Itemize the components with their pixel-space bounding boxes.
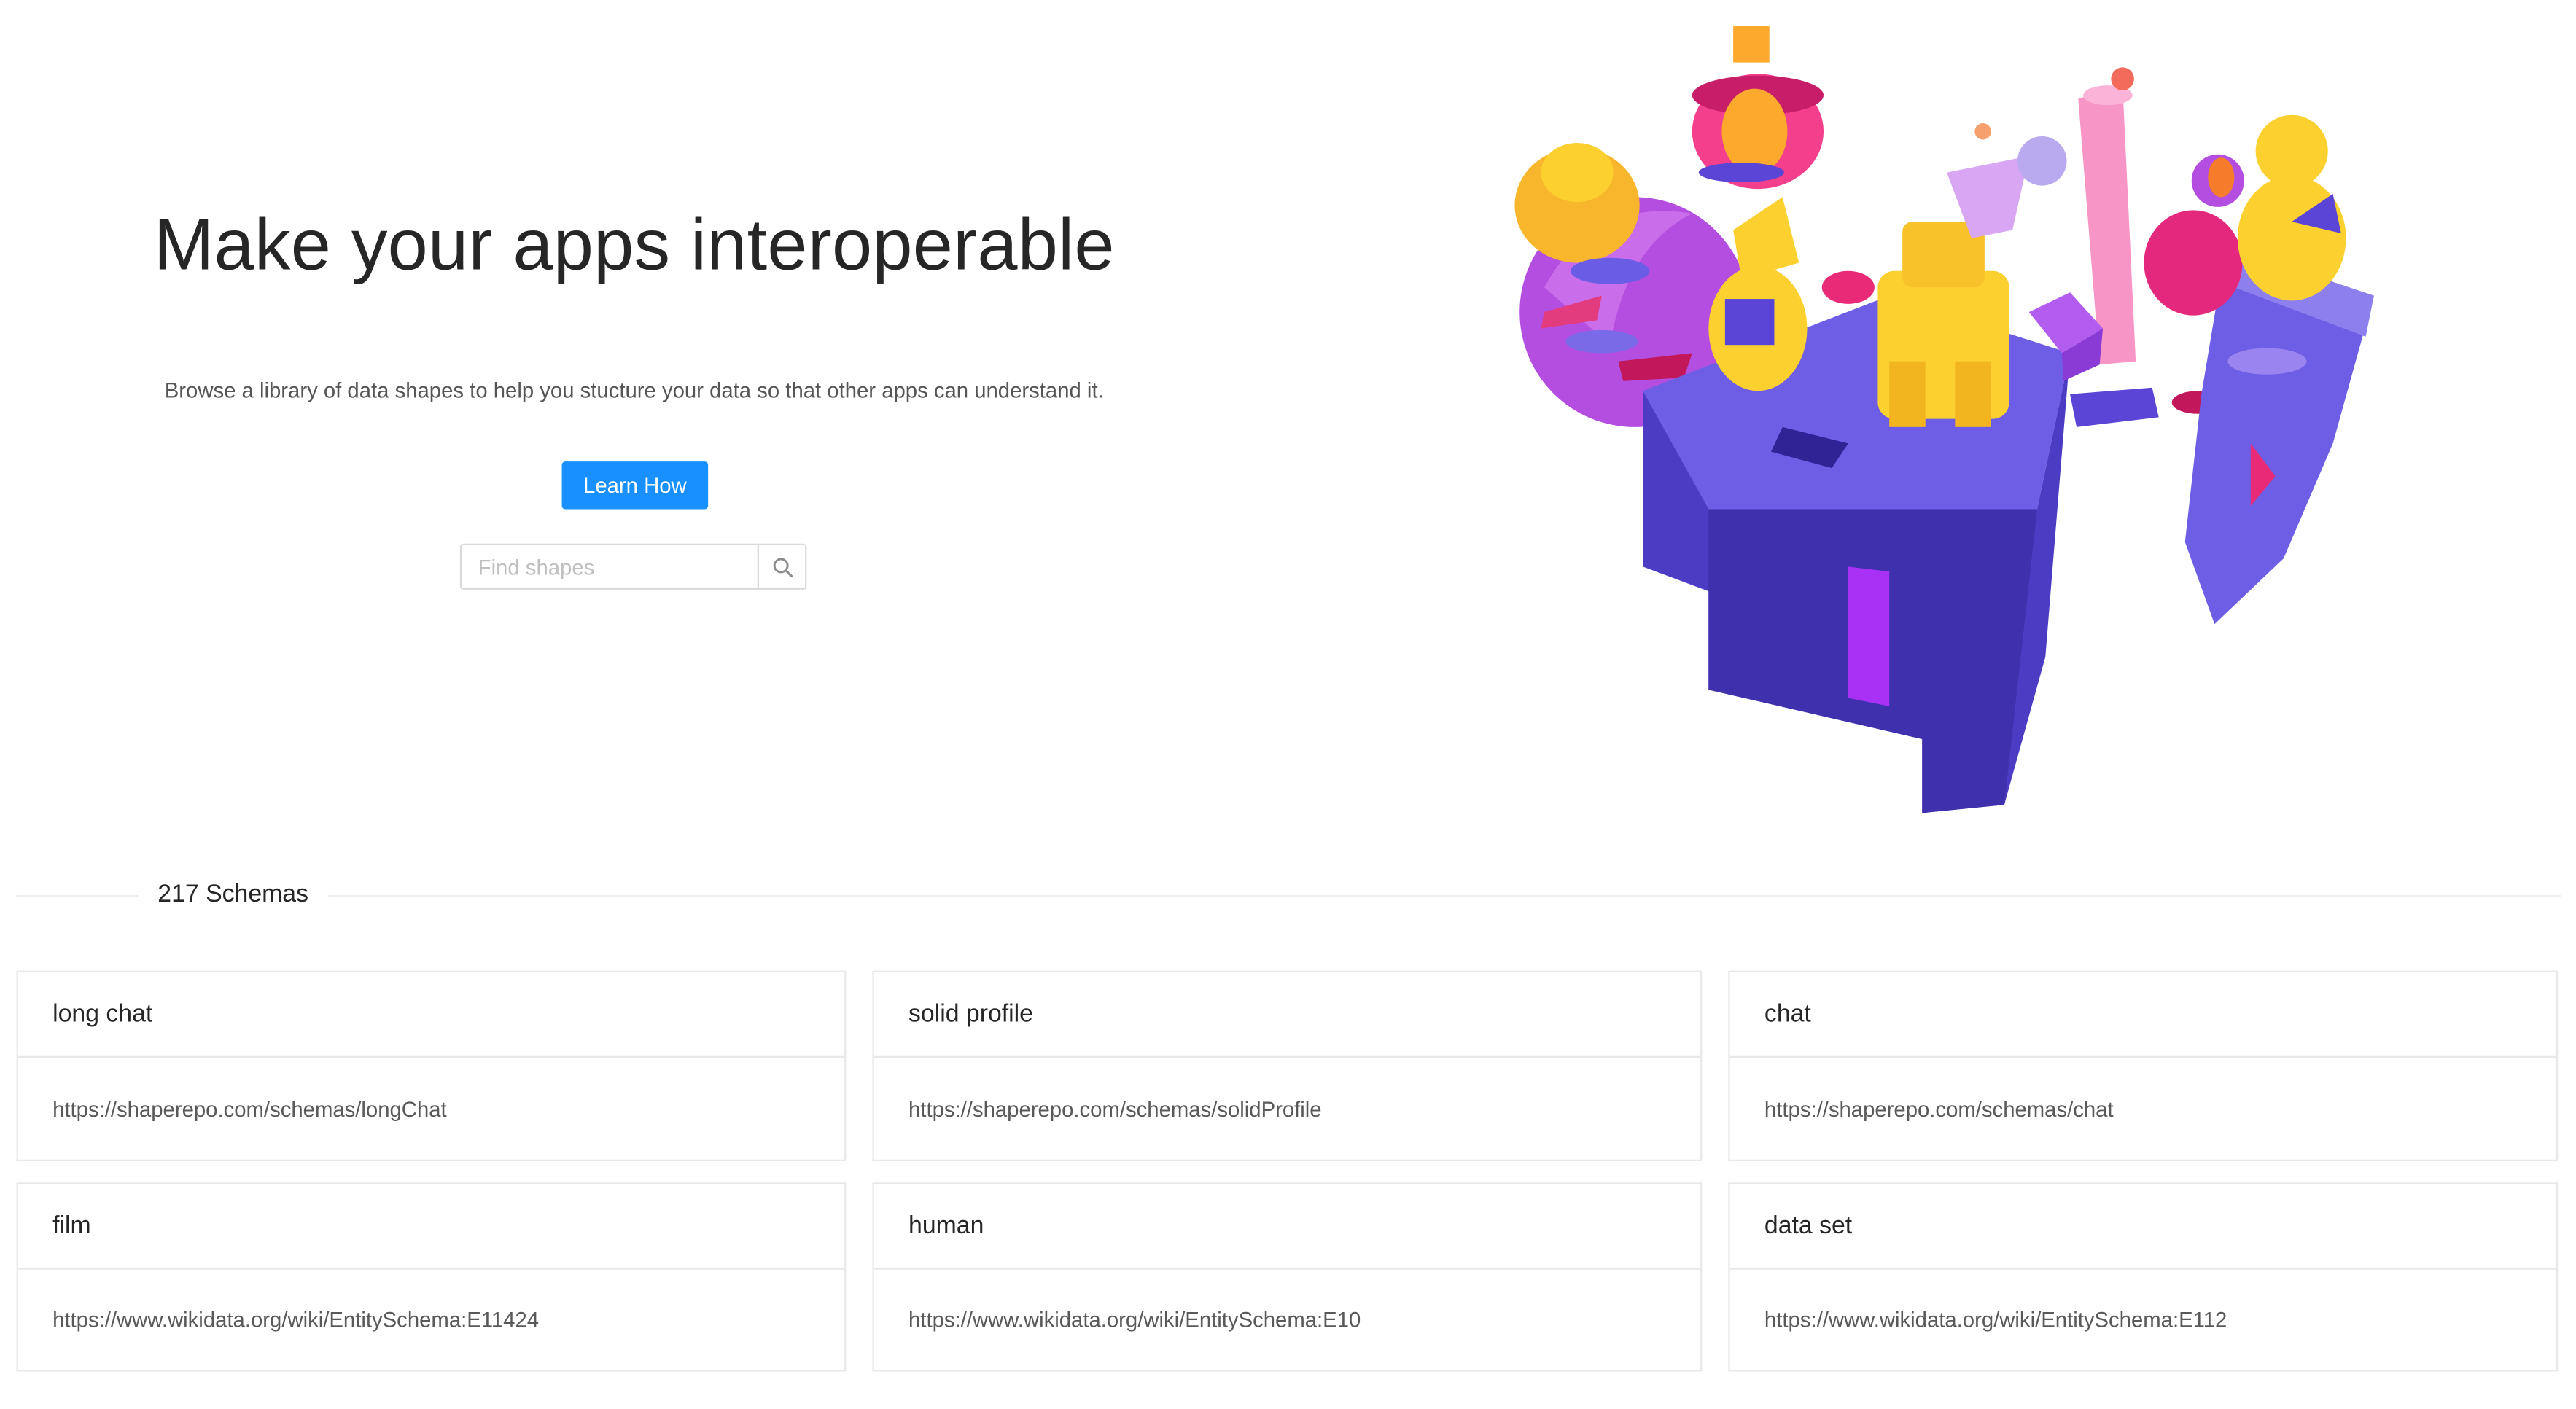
schema-name: human xyxy=(873,1184,1701,1270)
schema-name: solid profile xyxy=(873,972,1701,1058)
schema-card[interactable]: data set https://www.wikidata.org/wiki/E… xyxy=(1728,1182,2559,1372)
schema-name: data set xyxy=(1729,1184,2556,1270)
schema-card[interactable]: solid profile https://shaperepo.com/sche… xyxy=(872,970,1703,1162)
schema-url: https://shaperepo.com/schemas/chat xyxy=(1764,1096,2114,1121)
search-button[interactable] xyxy=(757,545,806,588)
schema-url: https://shaperepo.com/schemas/solidProfi… xyxy=(908,1096,1322,1121)
schema-card[interactable]: long chat https://shaperepo.com/schemas/… xyxy=(16,970,847,1162)
hero-subtitle: Browse a library of data shapes to help … xyxy=(164,378,1104,403)
search-box xyxy=(459,543,807,590)
schema-card[interactable]: chat https://shaperepo.com/schemas/chat xyxy=(1728,970,2559,1162)
yellow-figure-right xyxy=(2237,176,2346,301)
hero-title: Make your apps interoperable xyxy=(153,205,1115,286)
divider xyxy=(16,894,2561,897)
schema-card[interactable]: film https://www.wikidata.org/wiki/Entit… xyxy=(16,1182,847,1372)
schema-count: 217 Schemas xyxy=(138,878,329,912)
page: Make your apps interoperable Browse a li… xyxy=(0,0,2576,1409)
schema-name: long chat xyxy=(17,972,845,1058)
hero-illustration xyxy=(1514,26,2374,813)
schema-url: https://www.wikidata.org/wiki/EntitySche… xyxy=(908,1307,1361,1332)
schema-name: chat xyxy=(1729,972,2556,1058)
learn-how-button[interactable]: Learn How xyxy=(561,461,709,510)
schema-name: film xyxy=(17,1184,845,1270)
search-input[interactable] xyxy=(462,545,758,588)
schema-url: https://www.wikidata.org/wiki/EntitySche… xyxy=(52,1307,540,1332)
schema-card[interactable]: human https://www.wikidata.org/wiki/Enti… xyxy=(872,1182,1703,1372)
schema-url: https://www.wikidata.org/wiki/EntitySche… xyxy=(1764,1307,2227,1332)
search-icon xyxy=(772,557,793,577)
schema-url: https://shaperepo.com/schemas/longChat xyxy=(52,1096,447,1121)
